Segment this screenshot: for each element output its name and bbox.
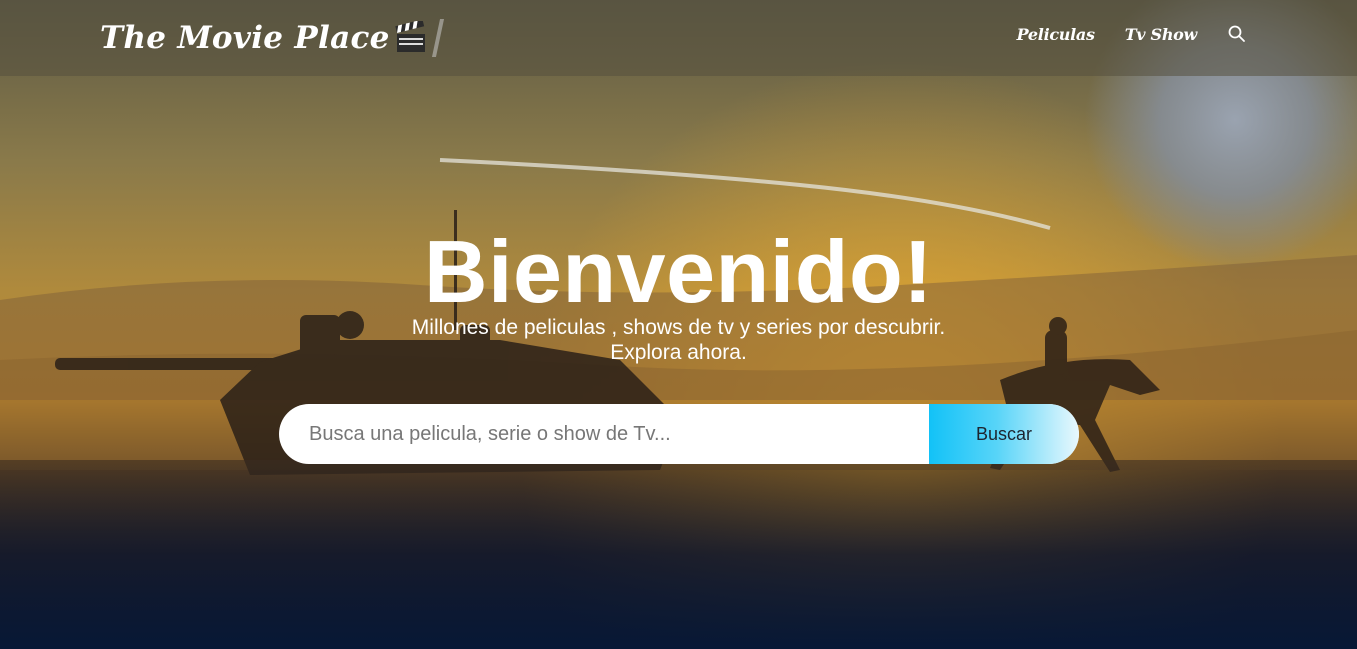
hero-title: Bienvenido!	[423, 222, 934, 321]
search-input[interactable]	[279, 404, 929, 464]
top-navbar: The Movie Place Peliculas Tv Show	[0, 0, 1357, 76]
hero-subtitle-line-2: Explora ahora.	[610, 341, 747, 364]
brand-logo-link[interactable]: The Movie Place	[100, 16, 444, 60]
main-nav: Peliculas Tv Show	[1017, 24, 1247, 44]
nav-link-tv-show[interactable]: Tv Show	[1125, 25, 1198, 44]
clapperboard-icon	[395, 21, 425, 52]
search-form: Buscar	[279, 404, 1079, 464]
hero-subtitle-line-1: Millones de peliculas , shows de tv y se…	[411, 316, 946, 339]
brand-title: The Movie Place	[100, 20, 390, 56]
page: The Movie Place Peliculas Tv Show Bienve…	[0, 0, 1357, 649]
search-icon[interactable]	[1227, 24, 1247, 44]
search-button[interactable]: Buscar	[929, 404, 1079, 464]
brand-divider	[431, 19, 444, 57]
hero-subtitle: Millones de peliculas , shows de tv y se…	[0, 315, 1357, 365]
nav-link-peliculas[interactable]: Peliculas	[1017, 25, 1095, 44]
